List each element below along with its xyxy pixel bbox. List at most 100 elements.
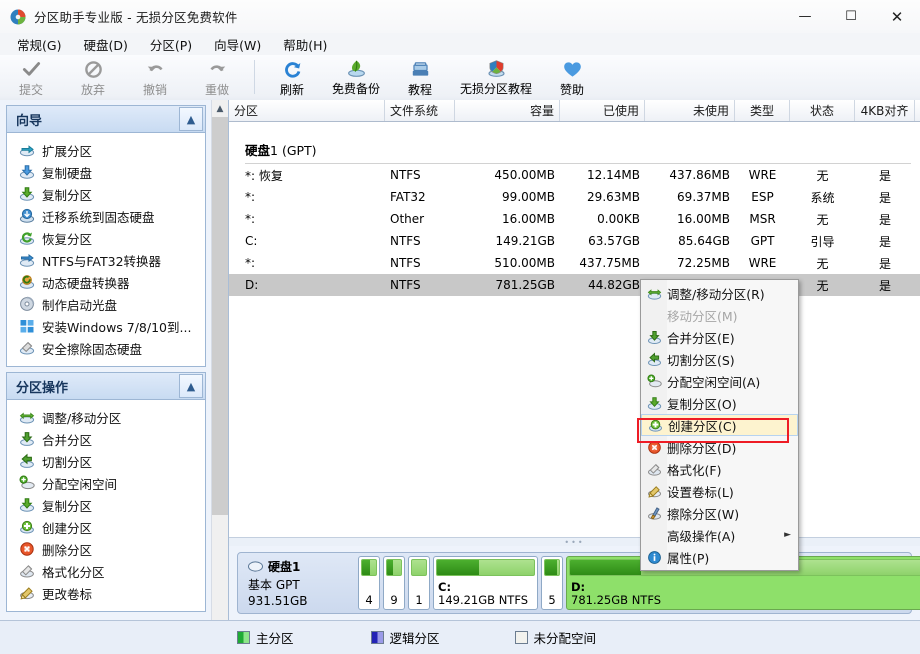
toolbar-button-shield[interactable]: 无损分区教程 (451, 58, 541, 97)
context-menu-item-resize-partition[interactable]: 调整/移动分区(R) (641, 282, 798, 304)
format-partition-icon (18, 563, 35, 579)
sidebar-item-label: 动态硬盘转换器 (42, 273, 130, 292)
table-column-header[interactable]: 4KB对齐 (855, 100, 915, 121)
table-cell-used: 0.00KB (560, 212, 645, 226)
menu-wizard[interactable]: 向导(W) (203, 33, 272, 56)
windows-icon (18, 318, 35, 334)
sidebar-item-resize-partition[interactable]: 调整/移动分区 (7, 406, 205, 428)
sidebar-panel-title: 分区操作 (16, 377, 68, 396)
toolbar-button-refresh[interactable]: 刷新 (261, 58, 323, 98)
sidebar-item-delete-partition[interactable]: 删除分区 (7, 538, 205, 560)
context-menu-item-format-partition[interactable]: 格式化(F) (641, 458, 798, 480)
table-cell-fs: NTFS (385, 168, 455, 182)
sidebar: 向导▲扩展分区复制硬盘复制分区迁移系统到固态硬盘恢复分区NTFS与FAT32转换… (0, 100, 229, 653)
sidebar-item-allocate-space[interactable]: 分配空闲空间 (7, 472, 205, 494)
disk-map-partition-number: 5 (542, 593, 562, 607)
context-menu-item-create-partition[interactable]: 创建分区(C) (641, 414, 798, 436)
toolbar-button-book[interactable]: 教程 (389, 58, 451, 98)
table-row[interactable]: *:FAT3299.00MB29.63MB69.37MBESP系统是 (229, 186, 920, 208)
disk-map-partition[interactable]: 5 (541, 556, 563, 610)
context-menu: 调整/移动分区(R)移动分区(M)合并分区(E)切割分区(S)分配空闲空间(A)… (640, 279, 799, 571)
sidebar-item-merge-partition[interactable]: 合并分区 (7, 428, 205, 450)
disk-map-partition[interactable]: 1 (408, 556, 430, 610)
context-menu-item-change-label[interactable]: 设置卷标(L) (641, 480, 798, 502)
disk-map-used-portion (570, 560, 641, 575)
sidebar-item-copy-partition[interactable]: 复制分区 (7, 494, 205, 516)
disk-map-partition[interactable]: C:149.21GB NTFS (433, 556, 538, 610)
sidebar-item-copy-partition[interactable]: 复制分区 (7, 183, 205, 205)
context-menu-item-label: 创建分区(C) (668, 416, 736, 435)
sidebar-item-recover-partition[interactable]: 恢复分区 (7, 227, 205, 249)
menu-partition[interactable]: 分区(P) (139, 33, 203, 56)
context-menu-item-copy-partition[interactable]: 复制分区(O) (641, 392, 798, 414)
sidebar-item-dynamic-disk[interactable]: 动态硬盘转换器 (7, 271, 205, 293)
close-button[interactable]: ✕ (874, 0, 920, 33)
table-cell-type: WRE (735, 168, 790, 182)
allocate-space-icon (18, 475, 35, 491)
table-row[interactable]: *:NTFS510.00MB437.75MB72.25MBWRE无是 (229, 252, 920, 274)
table-column-header[interactable]: 类型 (735, 100, 790, 121)
sidebar-item-copy-disk[interactable]: 复制硬盘 (7, 161, 205, 183)
context-menu-item-split-partition[interactable]: 切割分区(S) (641, 348, 798, 370)
table-cell-status: 无 (790, 255, 855, 272)
context-menu-item-properties[interactable]: 属性(P) (641, 546, 798, 568)
context-menu-item-plain-11[interactable]: 高级操作(A) ► (641, 524, 798, 546)
context-menu-item-label: 删除分区(D) (667, 438, 736, 457)
context-menu-item-wipe-partition[interactable]: 擦除分区(W) (641, 502, 798, 524)
table-row[interactable]: D:NTFS781.25GB44.82GB无是 (229, 274, 920, 296)
disk-type: 基本 GPT (248, 576, 358, 593)
sidebar-item-label: 安全擦除固态硬盘 (42, 339, 142, 358)
sidebar-item-convert-fs[interactable]: NTFS与FAT32转换器 (7, 249, 205, 271)
context-menu-item-label: 高级操作(A) (667, 526, 735, 545)
table-row[interactable]: *:Other16.00MB0.00KB16.00MBMSR无是 (229, 208, 920, 230)
sidebar-item-create-partition[interactable]: 创建分区 (7, 516, 205, 538)
copy-disk-icon (18, 164, 35, 180)
disk-map-partition[interactable]: 4 (358, 556, 380, 610)
sidebar-item-change-label[interactable]: 更改卷标 (7, 582, 205, 604)
submenu-arrow-icon: ► (784, 530, 791, 540)
menu-help[interactable]: 帮助(H) (272, 33, 338, 56)
context-menu-item-allocate-space[interactable]: 分配空闲空间(A) (641, 370, 798, 392)
table-row[interactable]: *: 恢复NTFS450.00MB12.14MB437.86MBWRE无是 (229, 164, 920, 186)
chevron-up-icon[interactable]: ▲ (179, 374, 203, 398)
toolbar-button-backup[interactable]: 免费备份 (323, 58, 389, 97)
table-cell-capacity: 16.00MB (455, 212, 560, 226)
toolbar-button-label: 放弃 (81, 81, 105, 98)
maximize-button[interactable]: ☐ (828, 0, 874, 33)
table-row[interactable]: C:NTFS149.21GB63.57GB85.64GBGPT引导是 (229, 230, 920, 252)
sidebar-item-bootable-cd[interactable]: 制作启动光盘 (7, 293, 205, 315)
sidebar-item-migrate-os[interactable]: 迁移系统到固态硬盘 (7, 205, 205, 227)
sidebar-item-secure-erase[interactable]: 安全擦除固态硬盘 (7, 337, 205, 359)
disk-map-used-portion (362, 560, 370, 575)
table-column-header[interactable]: 已使用 (560, 100, 645, 121)
book-icon (408, 59, 432, 80)
sidebar-item-format-partition[interactable]: 格式化分区 (7, 560, 205, 582)
context-menu-item-label: 属性(P) (667, 548, 709, 567)
context-menu-item-delete-partition[interactable]: 删除分区(D) (641, 436, 798, 458)
sidebar-panel-header[interactable]: 分区操作 ▲ (7, 373, 205, 400)
sidebar-item-split-partition[interactable]: 切割分区 (7, 450, 205, 472)
table-column-header[interactable]: 未使用 (645, 100, 735, 121)
sidebar-item-extend-partition[interactable]: 扩展分区 (7, 139, 205, 161)
minimize-button[interactable]: — (782, 0, 828, 33)
disk-map-partition[interactable]: 9 (383, 556, 405, 610)
wipe-partition-icon (641, 503, 667, 523)
window-controls: — ☐ ✕ (782, 0, 920, 33)
table-column-header[interactable]: 分区 (229, 100, 385, 121)
sidebar-panel-header[interactable]: 向导▲ (7, 106, 205, 133)
sidebar-item-windows[interactable]: 安装Windows 7/8/10到... (7, 315, 205, 337)
menu-bar: 常规(G)硬盘(D)分区(P)向导(W)帮助(H) (0, 33, 920, 56)
sidebar-scrollbar[interactable]: ▲ ▼ (211, 100, 228, 653)
table-cell-unused: 437.86MB (645, 168, 735, 182)
toolbar-button-heart[interactable]: 赞助 (541, 58, 603, 98)
menu-general[interactable]: 常规(G) (6, 33, 72, 56)
table-column-header[interactable]: 文件系统 (385, 100, 455, 121)
disk-strip[interactable]: 硬盘1 基本 GPT 931.51GB 491C:149.21GB NTFS5D… (237, 552, 912, 614)
table-column-header[interactable]: 容量 (455, 100, 560, 121)
scroll-up-icon[interactable]: ▲ (212, 100, 228, 117)
menu-disk[interactable]: 硬盘(D) (72, 33, 138, 56)
scrollbar-thumb[interactable] (212, 117, 228, 515)
table-column-header[interactable]: 状态 (790, 100, 855, 121)
context-menu-item-merge-partition[interactable]: 合并分区(E) (641, 326, 798, 348)
chevron-up-icon[interactable]: ▲ (179, 107, 203, 131)
